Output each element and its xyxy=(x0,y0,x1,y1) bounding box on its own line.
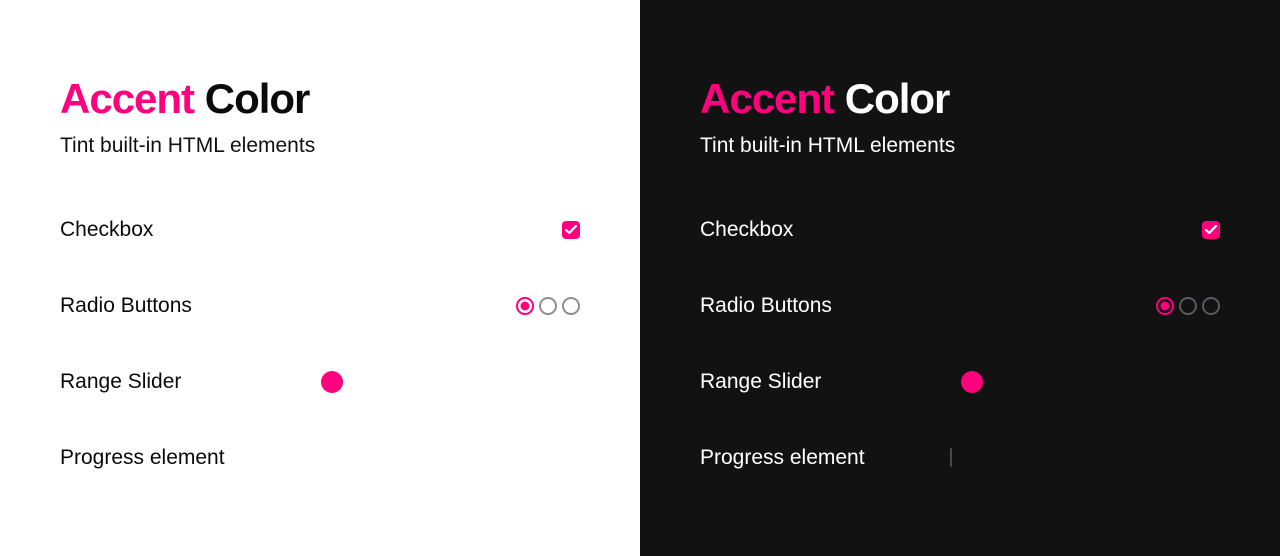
title-rest: Color xyxy=(205,75,310,122)
range-row: Range Slider xyxy=(700,370,1220,394)
range-row: Range Slider xyxy=(60,370,580,394)
slider-thumb[interactable] xyxy=(321,371,343,393)
title-rest: Color xyxy=(845,75,950,122)
range-label: Range Slider xyxy=(60,370,181,394)
light-panel: Accent Color Tint built-in HTML elements… xyxy=(0,0,640,556)
page-subtitle: Tint built-in HTML elements xyxy=(700,134,1220,158)
range-label: Range Slider xyxy=(700,370,821,394)
title-accent: Accent xyxy=(60,75,194,122)
radio-option-3[interactable] xyxy=(562,297,580,315)
checkbox-label: Checkbox xyxy=(700,218,793,242)
progress-track xyxy=(950,448,952,467)
title-accent: Accent xyxy=(700,75,834,122)
radio-row: Radio Buttons xyxy=(700,294,1220,318)
progress-row: Progress element xyxy=(60,446,580,470)
checkbox-row: Checkbox xyxy=(60,218,580,242)
radio-group xyxy=(1156,297,1220,315)
radio-label: Radio Buttons xyxy=(700,294,832,318)
radio-option-2[interactable] xyxy=(539,297,557,315)
progress-element xyxy=(950,449,1220,467)
page-subtitle: Tint built-in HTML elements xyxy=(60,134,580,158)
radio-option-1[interactable] xyxy=(516,297,534,315)
dark-panel: Accent Color Tint built-in HTML elements… xyxy=(640,0,1280,556)
progress-label: Progress element xyxy=(700,446,865,470)
check-icon xyxy=(565,225,577,235)
radio-option-1[interactable] xyxy=(1156,297,1174,315)
radio-group xyxy=(516,297,580,315)
progress-row: Progress element xyxy=(700,446,1220,470)
page-title: Accent Color xyxy=(700,78,1220,120)
checkbox-input[interactable] xyxy=(562,221,580,239)
page-title: Accent Color xyxy=(60,78,580,120)
checkbox-input[interactable] xyxy=(1202,221,1220,239)
radio-option-2[interactable] xyxy=(1179,297,1197,315)
checkbox-label: Checkbox xyxy=(60,218,153,242)
radio-option-3[interactable] xyxy=(1202,297,1220,315)
slider-thumb[interactable] xyxy=(961,371,983,393)
progress-label: Progress element xyxy=(60,446,225,470)
checkbox-row: Checkbox xyxy=(700,218,1220,242)
radio-row: Radio Buttons xyxy=(60,294,580,318)
radio-label: Radio Buttons xyxy=(60,294,192,318)
check-icon xyxy=(1205,225,1217,235)
